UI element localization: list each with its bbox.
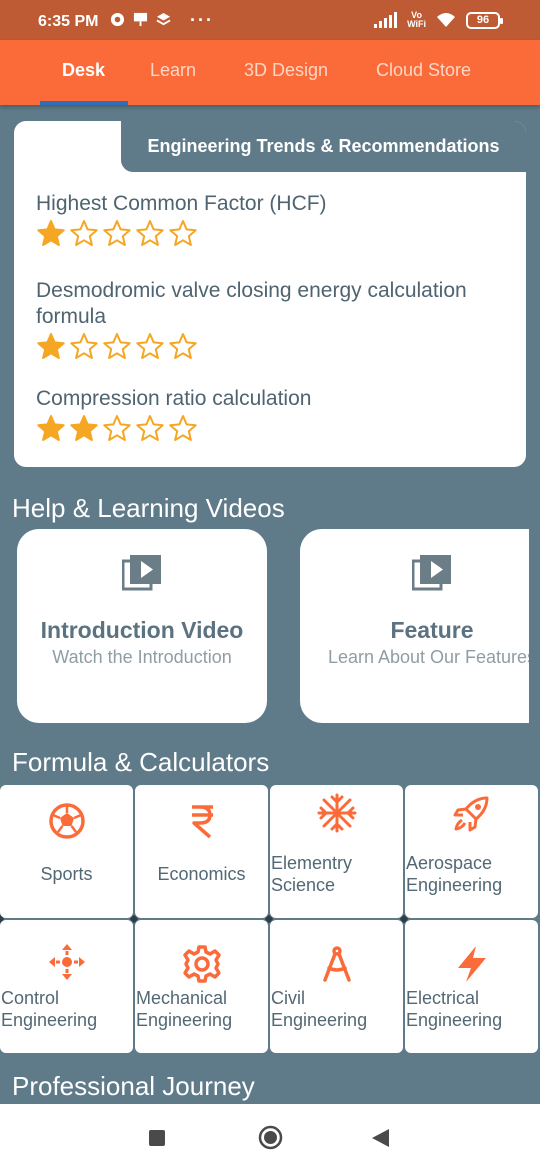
calculator-elementry-science[interactable]: Elementry Science bbox=[270, 785, 403, 918]
calculator-label: Mechanical Engineering bbox=[136, 988, 233, 1030]
calculator-control-engineering[interactable]: Control Engineering bbox=[0, 920, 133, 1053]
calculator-label: Aerospace Engineering bbox=[406, 853, 503, 895]
tab-learn[interactable]: Learn bbox=[150, 60, 196, 81]
trend-title: Compression ratio calculation bbox=[36, 387, 312, 410]
star-filled-icon bbox=[37, 333, 65, 359]
vowifi-icon: Vo WiFi bbox=[407, 10, 426, 29]
compass-icon bbox=[322, 946, 351, 982]
lightning-icon bbox=[457, 946, 486, 982]
battery-icon: 96 bbox=[466, 11, 503, 29]
notification-icons bbox=[110, 12, 171, 27]
star-outline-icon bbox=[136, 220, 164, 246]
calculator-label: Sports bbox=[40, 864, 93, 884]
calculator-mechanical-engineering[interactable]: Mechanical Engineering bbox=[135, 920, 268, 1053]
introduction-video-card[interactable]: Introduction Video Watch the Introductio… bbox=[17, 529, 267, 723]
status-time: 6:35 PM bbox=[38, 13, 99, 30]
status-bar: 6:35 PM ··· Vo WiFi 96 bbox=[0, 0, 540, 40]
system-status: Vo WiFi 96 bbox=[374, 10, 503, 29]
star-rating bbox=[36, 332, 506, 360]
star-outline-icon bbox=[103, 415, 131, 441]
video-subtitle: Watch the Introduction bbox=[52, 647, 232, 667]
star-outline-icon bbox=[169, 220, 197, 246]
star-filled-icon bbox=[37, 220, 65, 246]
trend-title: Highest Common Factor (HCF) bbox=[36, 192, 327, 215]
trend-title: Desmodromic valve closing energy calcula… bbox=[36, 279, 467, 328]
rupee-icon bbox=[191, 805, 213, 839]
video-title: Feature bbox=[390, 617, 474, 643]
tab-desk[interactable]: Desk bbox=[62, 60, 105, 81]
professional-journey-heading: Professional Journey bbox=[12, 1071, 255, 1101]
calculator-label: Civil Engineering bbox=[271, 988, 368, 1030]
layers-icon bbox=[156, 12, 171, 26]
tab-3d-design[interactable]: 3D Design bbox=[244, 60, 328, 81]
star-outline-icon bbox=[169, 333, 197, 359]
calculator-electrical-engineering[interactable]: Electrical Engineering bbox=[405, 920, 538, 1053]
signal-icon bbox=[374, 12, 398, 28]
calculator-sports[interactable]: Sports bbox=[0, 785, 133, 918]
trends-card: Engineering Trends & Recommendations Hig… bbox=[14, 121, 526, 467]
top-tab-bar: Desk Learn 3D Design Cloud Store bbox=[0, 40, 540, 105]
videos-heading: Help & Learning Videos bbox=[12, 493, 285, 523]
calculator-label: Elementry Science bbox=[271, 853, 353, 895]
active-tab-indicator bbox=[40, 101, 128, 105]
star-outline-icon bbox=[169, 415, 197, 441]
star-outline-icon bbox=[103, 220, 131, 246]
calculator-label: Economics bbox=[157, 864, 246, 884]
rocket-icon bbox=[453, 796, 488, 832]
back-button[interactable] bbox=[372, 1129, 389, 1147]
video-library-icon bbox=[122, 555, 161, 591]
star-filled-icon bbox=[37, 415, 65, 441]
star-outline-icon bbox=[103, 333, 131, 359]
wifi-icon bbox=[437, 13, 455, 27]
star-outline-icon bbox=[136, 415, 164, 441]
video-library-icon bbox=[412, 555, 451, 591]
video-subtitle: Learn About Our Features bbox=[327, 647, 529, 667]
star-outline-icon bbox=[70, 220, 98, 246]
calculator-label: Electrical Engineering bbox=[406, 988, 503, 1030]
star-rating bbox=[36, 219, 506, 247]
home-button[interactable] bbox=[258, 1125, 283, 1150]
calculator-aerospace-engineering[interactable]: Aerospace Engineering bbox=[405, 785, 538, 918]
star-rating bbox=[36, 414, 506, 442]
calculator-label: Control Engineering bbox=[1, 988, 98, 1030]
presentation-icon bbox=[133, 12, 148, 27]
chrome-icon bbox=[110, 12, 125, 27]
tab-cloud-store[interactable]: Cloud Store bbox=[376, 60, 471, 81]
control-arrows-icon bbox=[48, 944, 85, 980]
trend-item[interactable]: Highest Common Factor (HCF) bbox=[36, 191, 506, 247]
star-outline-icon bbox=[136, 333, 164, 359]
video-title: Introduction Video bbox=[40, 617, 244, 643]
star-filled-icon bbox=[70, 415, 98, 441]
calculator-economics[interactable]: Economics bbox=[135, 785, 268, 918]
trend-item[interactable]: Desmodromic valve closing energy calcula… bbox=[36, 278, 506, 360]
system-navigation-bar bbox=[0, 1104, 540, 1170]
gear-icon bbox=[182, 945, 221, 983]
trends-header: Engineering Trends & Recommendations bbox=[121, 121, 526, 172]
recent-apps-button[interactable] bbox=[149, 1130, 165, 1146]
soccer-ball-icon bbox=[48, 803, 85, 839]
snowflake-icon bbox=[317, 793, 356, 833]
more-notifications-icon: ··· bbox=[190, 10, 214, 30]
calculators-heading: Formula & Calculators bbox=[12, 747, 270, 777]
trend-item[interactable]: Compression ratio calculation bbox=[36, 386, 506, 442]
calculator-civil-engineering[interactable]: Civil Engineering bbox=[270, 920, 403, 1053]
star-outline-icon bbox=[70, 333, 98, 359]
feature-video-card[interactable]: Feature Learn About Our Features bbox=[300, 529, 529, 723]
